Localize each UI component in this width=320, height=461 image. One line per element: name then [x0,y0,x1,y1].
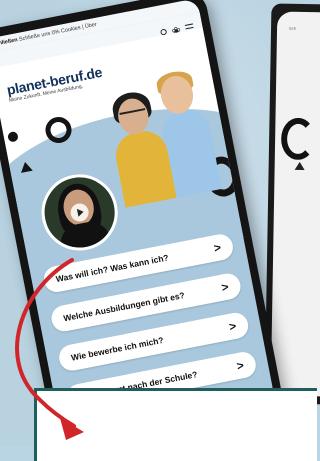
chevron-right-icon: > [212,240,223,256]
hero-photo [94,67,223,208]
chevron-right-icon: > [235,358,246,374]
chevron-right-icon: > [220,279,230,295]
triangle-shape [294,161,305,171]
menu-item-label: Welche Ausbildungen gibt es? [62,290,186,324]
background-phone-screen: Sch [270,11,320,397]
menu-item-label: Wie bewerbe ich mich? [70,334,165,363]
background-phone-text: Sch [289,25,297,31]
chevron-right-icon: > [227,318,238,334]
cookie-bar-close[interactable]: Schließen [0,37,18,48]
background-phone: Sch [264,3,320,405]
teal-frame [34,388,317,461]
ring-shape [280,117,316,161]
